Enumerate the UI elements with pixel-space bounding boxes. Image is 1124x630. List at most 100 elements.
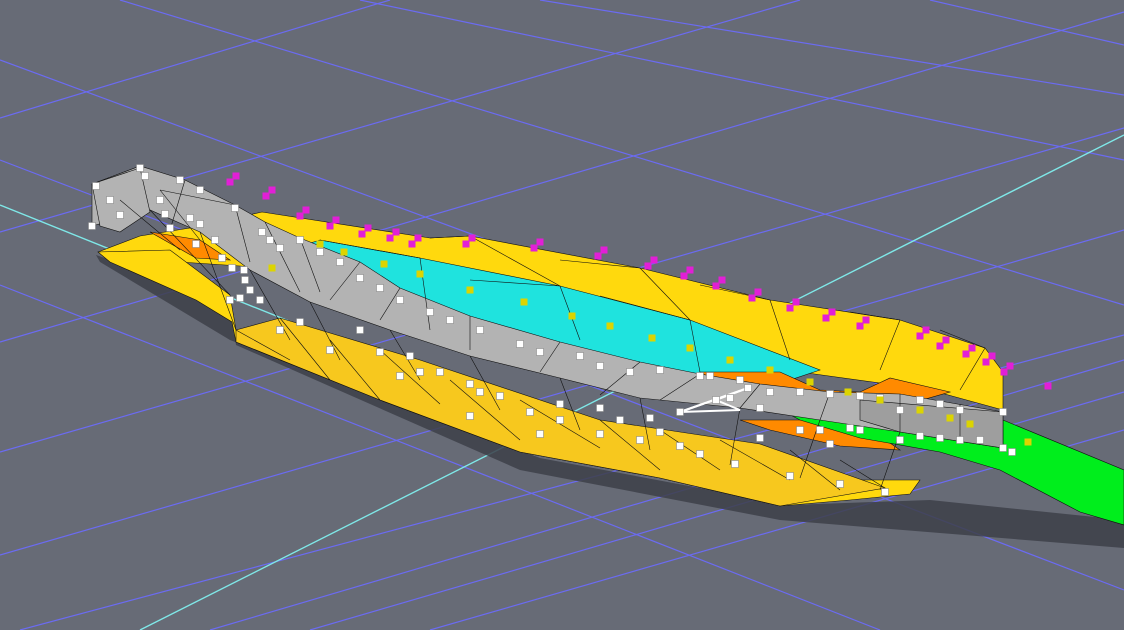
magenta-marker: [828, 308, 836, 316]
magenta-marker: [358, 230, 366, 238]
vertex-handle: [596, 430, 604, 438]
vertex-handle: [596, 404, 604, 412]
magenta-marker: [1000, 368, 1008, 376]
vertex-handle: [516, 340, 524, 348]
vertex-handle: [676, 442, 684, 450]
vertex-handle: [1008, 448, 1016, 456]
3d-viewport[interactable]: [0, 0, 1124, 630]
vertex-handle: [526, 408, 534, 416]
vertex-handle: [936, 434, 944, 442]
scene-canvas[interactable]: [0, 0, 1124, 630]
vertex-handle: [296, 318, 304, 326]
vertex-handle: [712, 396, 720, 404]
vertex-handle: [881, 488, 889, 496]
vertex-handle: [258, 228, 266, 236]
vertex-handle: [596, 362, 604, 370]
magenta-marker: [600, 246, 608, 254]
magenta-marker: [232, 172, 240, 180]
magenta-marker: [468, 234, 476, 242]
vertex-handle: [246, 286, 254, 294]
vertex-handle: [166, 224, 174, 232]
vertex-handle: [696, 372, 704, 380]
vertex-handle: [756, 434, 764, 442]
vertex-handle: [161, 210, 169, 218]
magenta-marker: [680, 272, 688, 280]
magenta-marker: [644, 262, 652, 270]
vertex-handle: [736, 376, 744, 384]
vertex-handle: [256, 296, 264, 304]
magenta-marker: [386, 234, 394, 242]
yellow-marker: [1024, 438, 1032, 446]
vertex-handle: [896, 406, 904, 414]
vertex-handle: [186, 214, 194, 222]
yellow-marker: [686, 344, 694, 352]
vertex-handle: [406, 352, 414, 360]
vertex-handle: [744, 384, 752, 392]
vertex-handle: [156, 196, 164, 204]
vertex-handle: [466, 380, 474, 388]
vertex-handle: [796, 388, 804, 396]
vertex-handle: [936, 400, 944, 408]
yellow-marker: [916, 406, 924, 414]
yellow-marker: [946, 414, 954, 422]
vertex-handle: [916, 432, 924, 440]
vertex-handle: [896, 436, 904, 444]
vertex-handle: [116, 211, 124, 219]
magenta-marker: [302, 206, 310, 214]
magenta-marker: [712, 282, 720, 290]
vertex-handle: [476, 388, 484, 396]
vertex-handle: [231, 204, 239, 212]
vertex-handle: [786, 472, 794, 480]
vertex-handle: [316, 248, 324, 256]
yellow-marker: [606, 322, 614, 330]
vertex-handle: [726, 394, 734, 402]
yellow-marker: [806, 378, 814, 386]
vertex-handle: [476, 326, 484, 334]
magenta-marker: [942, 336, 950, 344]
vertex-handle: [276, 244, 284, 252]
vertex-handle: [836, 480, 844, 488]
magenta-marker: [718, 276, 726, 284]
magenta-marker: [792, 298, 800, 306]
vertex-handle: [446, 316, 454, 324]
vertex-handle: [226, 296, 234, 304]
vertex-handle: [240, 266, 248, 274]
vertex-handle: [92, 182, 100, 190]
vertex-handle: [396, 296, 404, 304]
vertex-handle: [236, 294, 244, 302]
magenta-marker: [262, 192, 270, 200]
yellow-marker: [766, 366, 774, 374]
yellow-marker: [844, 388, 852, 396]
magenta-marker: [392, 228, 400, 236]
vertex-handle: [136, 164, 144, 172]
vertex-handle: [956, 436, 964, 444]
magenta-marker: [988, 352, 996, 360]
grid-line: [539, 0, 1124, 96]
vertex-handle: [106, 196, 114, 204]
vertex-handle: [336, 258, 344, 266]
vertex-handle: [356, 274, 364, 282]
vertex-handle: [228, 264, 236, 272]
vertex-handle: [766, 388, 774, 396]
vertex-handle: [356, 326, 364, 334]
vertex-handle: [826, 440, 834, 448]
grid-line: [359, 0, 1124, 161]
magenta-marker: [268, 186, 276, 194]
vertex-handle: [196, 220, 204, 228]
vertex-handle: [416, 368, 424, 376]
vertex-handle: [626, 368, 634, 376]
magenta-marker: [536, 238, 544, 246]
vertex-handle: [656, 428, 664, 436]
vertex-handle: [396, 372, 404, 380]
vertex-handle: [536, 348, 544, 356]
grid-line: [929, 0, 1124, 46]
vertex-handle: [999, 444, 1007, 452]
magenta-marker: [856, 322, 864, 330]
vertex-handle: [556, 416, 564, 424]
vertex-handle: [636, 436, 644, 444]
magenta-marker: [650, 256, 658, 264]
yellow-marker: [416, 270, 424, 278]
yellow-marker: [966, 420, 974, 428]
vertex-handle: [576, 352, 584, 360]
vertex-handle: [211, 236, 219, 244]
